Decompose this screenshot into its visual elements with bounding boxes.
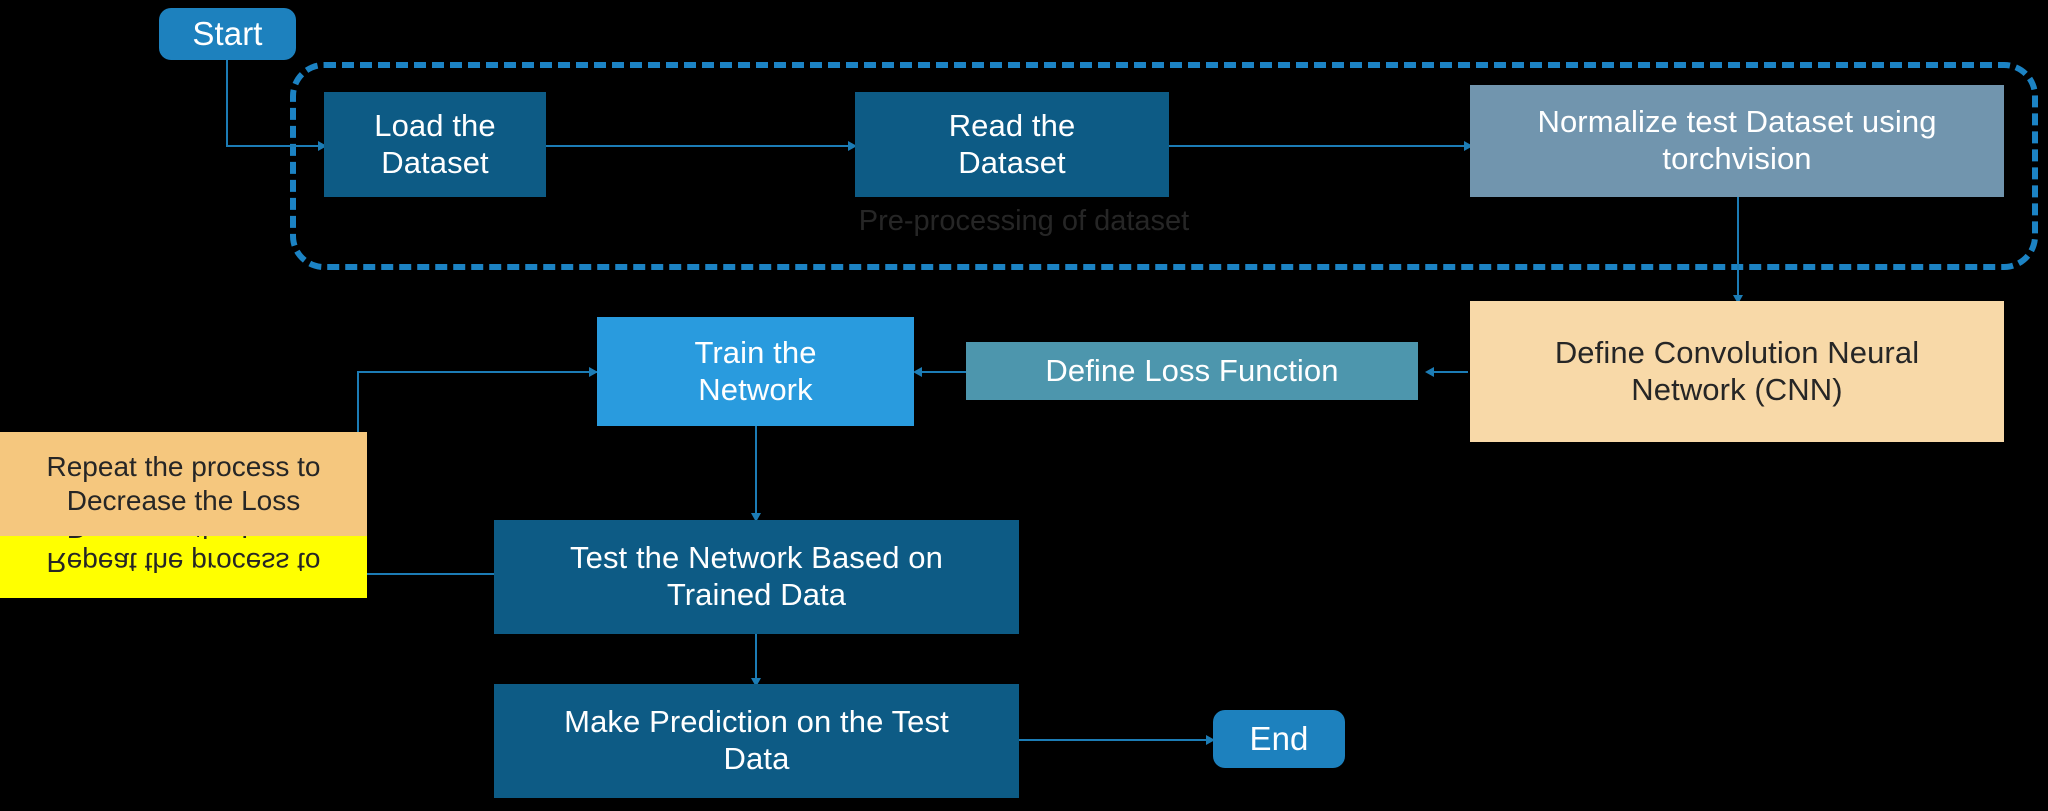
- connector-start-down: [226, 58, 228, 146]
- node-end-label: End: [1249, 719, 1309, 757]
- node-test-network-label: Test the Network Based on Trained Data: [570, 540, 943, 612]
- connector-read-to-normalize: [1169, 145, 1471, 147]
- connector-start-to-load: [226, 145, 325, 147]
- connector-load-to-read: [545, 145, 855, 147]
- node-read-dataset-label: Read the Dataset: [948, 107, 1076, 180]
- preprocessing-group-caption: Pre-processing of dataset: [858, 205, 1190, 237]
- connector-loop-to-train: [357, 371, 597, 373]
- node-start[interactable]: Start: [159, 8, 296, 60]
- node-define-cnn[interactable]: Define Convolution Neural Network (CNN): [1470, 301, 2004, 442]
- connector-cnn-to-loss: [1428, 371, 1468, 373]
- node-train-network[interactable]: Train the Network: [597, 317, 914, 426]
- node-define-loss-function[interactable]: Define Loss Function: [966, 342, 1418, 400]
- node-read-dataset[interactable]: Read the Dataset: [855, 92, 1169, 197]
- connector-train-to-test: [755, 425, 757, 520]
- arrowhead-cnn-to-loss: [1425, 367, 1434, 377]
- node-load-dataset-label: Load the Dataset: [374, 107, 496, 180]
- node-normalize-dataset-label: Normalize test Dataset using torchvision: [1537, 104, 1937, 176]
- node-start-label: Start: [192, 14, 263, 52]
- callout-note: Repeat the process to Decrease the Loss: [0, 432, 367, 536]
- connector-normalize-to-cnn: [1737, 196, 1739, 302]
- node-train-network-label: Train the Network: [694, 334, 817, 407]
- node-define-cnn-label: Define Convolution Neural Network (CNN): [1554, 334, 1920, 407]
- node-define-loss-function-label: Define Loss Function: [1045, 352, 1339, 388]
- connector-loss-to-train: [918, 371, 966, 373]
- callout-note-label: Repeat the process to Decrease the Loss: [46, 451, 321, 516]
- node-load-dataset[interactable]: Load the Dataset: [324, 92, 546, 197]
- node-make-prediction[interactable]: Make Prediction on the Test Data: [494, 684, 1019, 798]
- node-end[interactable]: End: [1213, 710, 1345, 768]
- node-test-network[interactable]: Test the Network Based on Trained Data: [494, 520, 1019, 634]
- node-make-prediction-label: Make Prediction on the Test Data: [564, 704, 949, 776]
- node-normalize-dataset[interactable]: Normalize test Dataset using torchvision: [1470, 85, 2004, 197]
- connector-loop-from-test: [357, 573, 495, 575]
- arrowhead-loss-to-train: [913, 367, 922, 377]
- connector-prediction-to-end: [1018, 739, 1213, 741]
- connector-test-to-prediction: [755, 634, 757, 684]
- flowchart-canvas: Pre-processing of dataset Start Load the…: [0, 0, 2048, 811]
